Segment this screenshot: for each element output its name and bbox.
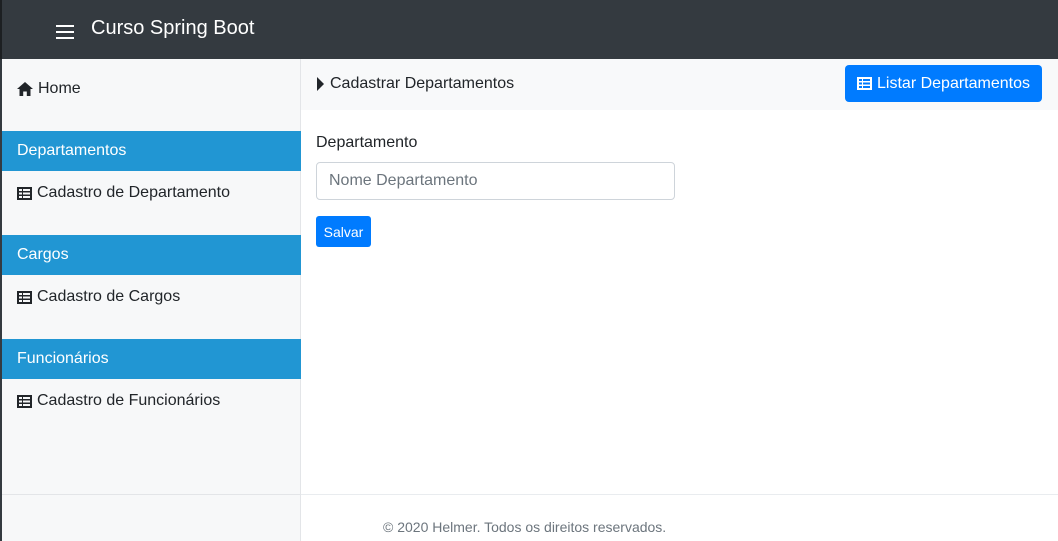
caret-right-icon (317, 77, 324, 91)
sidebar-item-cadastro-funcionarios[interactable]: Cadastro de Funcionários (17, 392, 220, 410)
sidebar-section-title: Departamentos (17, 142, 127, 159)
home-icon (17, 82, 33, 96)
sidebar-item-label: Home (38, 80, 81, 97)
departamento-label: Departamento (316, 134, 418, 151)
top-navbar: Curso Spring Boot (0, 0, 1058, 59)
sidebar-item-home[interactable]: Home (17, 80, 81, 98)
sidebar-item-label: Cadastro de Funcionários (37, 392, 221, 409)
sidebar-section-funcionarios: Funcionários (2, 339, 301, 379)
breadcrumb-label: Cadastrar Departamentos (330, 75, 515, 92)
sidebar-item-label: Cadastro de Departamento (37, 184, 230, 201)
sidebar-section-departamentos: Departamentos (2, 131, 301, 171)
page-footer: © 2020 Helmer. Todos os direitos reserva… (301, 494, 1058, 541)
table-icon (17, 186, 32, 200)
breadcrumb-current: Cadastrar Departamentos (317, 75, 514, 93)
sidebar-footer-divider (2, 494, 301, 495)
table-icon (17, 290, 32, 304)
button-label: Listar Departamentos (877, 74, 1030, 92)
copyright-text: © 2020 Helmer. Todos os direitos reserva… (383, 519, 667, 535)
listar-departamentos-button[interactable]: Listar Departamentos (845, 65, 1042, 102)
sidebar-section-title: Funcionários (17, 350, 109, 367)
table-icon (857, 77, 873, 90)
sidebar-item-cadastro-departamento[interactable]: Cadastro de Departamento (17, 184, 230, 202)
sidebar-section-title: Cargos (17, 246, 69, 263)
breadcrumb: Cadastrar Departamentos Listar Departame… (301, 59, 1058, 110)
brand-title[interactable]: Curso Spring Boot (91, 17, 254, 40)
salvar-button[interactable]: Salvar (316, 216, 371, 247)
sidebar: Home Departamentos Cadastro de Departame… (0, 59, 301, 541)
sidebar-section-cargos: Cargos (2, 235, 301, 275)
hamburger-icon[interactable] (56, 25, 74, 39)
sidebar-item-cadastro-cargos[interactable]: Cadastro de Cargos (17, 288, 180, 306)
sidebar-item-label: Cadastro de Cargos (37, 288, 181, 305)
table-icon (17, 394, 32, 408)
departamento-input[interactable] (316, 162, 675, 200)
